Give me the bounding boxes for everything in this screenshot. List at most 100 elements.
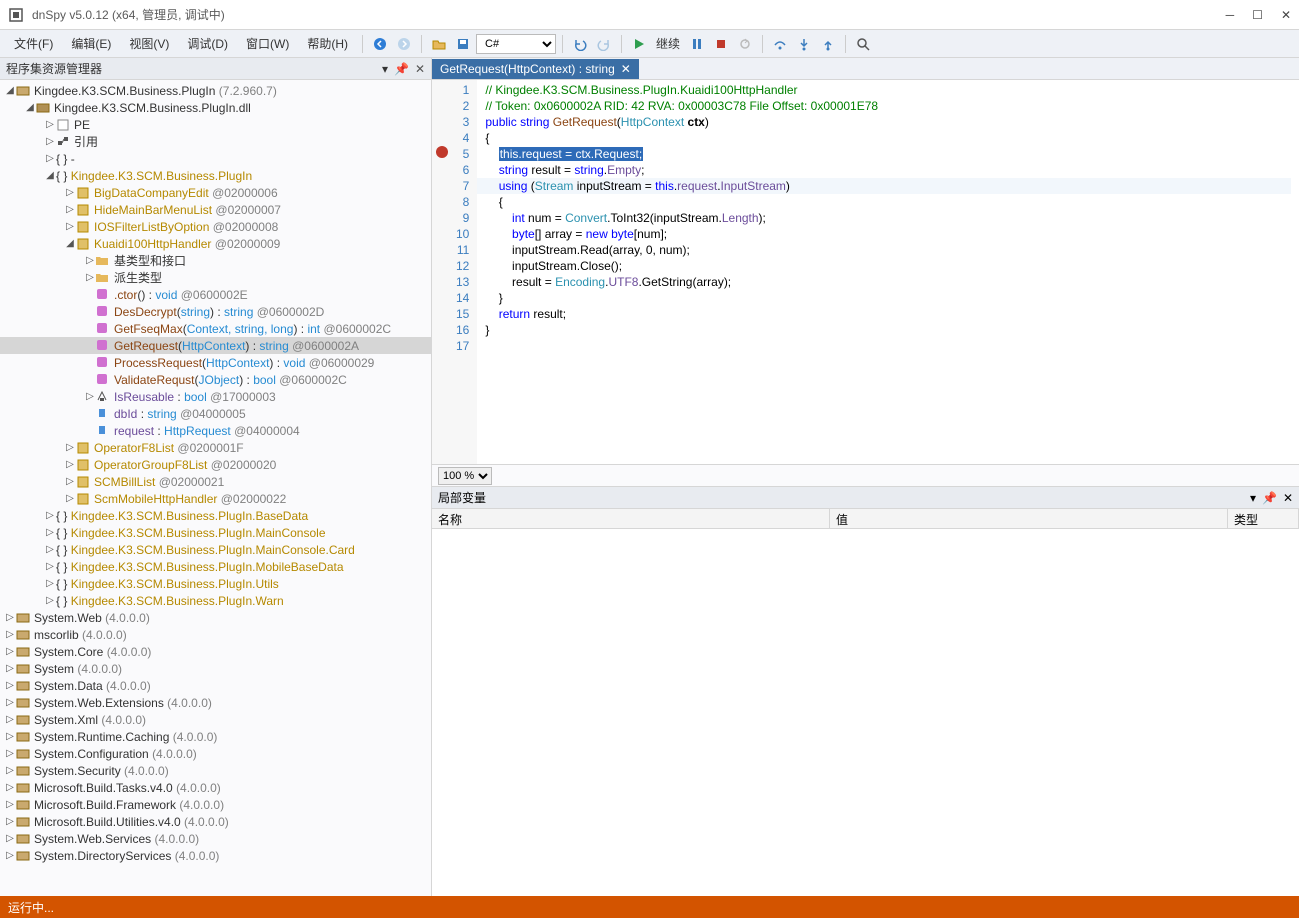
tree-type-kuaidi[interactable]: ◢Kuaidi100HttpHandler @02000009 [0,235,431,252]
nav-back-icon[interactable] [371,35,389,53]
zoom-combo[interactable]: 100 % [438,467,492,485]
tree-member-desdecrypt[interactable]: DesDecrypt(string) : string @0600002D [0,303,431,320]
breakpoint-icon[interactable] [436,146,448,158]
dropdown-icon[interactable]: ▾ [382,62,388,76]
menu-edit[interactable]: 编辑(E) [63,31,119,56]
tree-namespace[interactable]: ▷{ } Kingdee.K3.SCM.Business.PlugIn.Main… [0,524,431,541]
zoom-bar: 100 % [432,464,1299,486]
menubar: 文件(F) 编辑(E) 视图(V) 调试(D) 窗口(W) 帮助(H) C# 继… [0,30,1299,58]
locals-col-name[interactable]: 名称 [432,509,830,528]
step-out-icon[interactable] [819,35,837,53]
tree-member-getfseq[interactable]: GetFseqMax(Context, string, long) : int … [0,320,431,337]
tree-type-bigdata[interactable]: ▷BigDataCompanyEdit @02000006 [0,184,431,201]
continue-button[interactable]: 继续 [656,35,680,52]
open-icon[interactable] [430,35,448,53]
undo-icon[interactable] [571,35,589,53]
tab-close-icon[interactable]: ✕ [621,62,631,76]
tree-dash[interactable]: ▷{ } - [0,150,431,167]
tree-namespace[interactable]: ▷{ } Kingdee.K3.SCM.Business.PlugIn.Warn [0,592,431,609]
tree-member-getrequest[interactable]: GetRequest(HttpContext) : string @060000… [0,337,431,354]
redo-icon[interactable] [595,35,613,53]
line-gutter: 1234567891011121314151617 [432,80,477,464]
tree-member-ctor[interactable]: .ctor() : void @0600002E [0,286,431,303]
tree-assembly[interactable]: ▷Microsoft.Build.Tasks.v4.0 (4.0.0.0) [0,779,431,796]
tree-member-dbid[interactable]: dbId : string @04000005 [0,405,431,422]
tree-assembly[interactable]: ▷Microsoft.Build.Framework (4.0.0.0) [0,796,431,813]
step-over-icon[interactable] [771,35,789,53]
tree-assembly[interactable]: ▷System.Web.Extensions (4.0.0.0) [0,694,431,711]
statusbar: 运行中... [0,896,1299,918]
tree-assembly[interactable]: ▷System.Core (4.0.0.0) [0,643,431,660]
locals-panel: 局部变量 ▾ 📌 ✕ 名称 值 类型 [432,486,1299,896]
locals-col-value[interactable]: 值 [830,509,1228,528]
window-title: dnSpy v5.0.12 (x64, 管理员, 调试中) [32,6,1226,23]
maximize-button[interactable]: ☐ [1252,8,1263,22]
tree-type-iosfilter[interactable]: ▷IOSFilterListByOption @02000008 [0,218,431,235]
pause-icon[interactable] [688,35,706,53]
tree-assembly[interactable]: ▷System.Web (4.0.0.0) [0,609,431,626]
pin-icon[interactable]: 📌 [394,62,409,76]
tree-folder-derived[interactable]: ▷派生类型 [0,269,431,286]
search-icon[interactable] [854,35,872,53]
tree-member-request[interactable]: request : HttpRequest @04000004 [0,422,431,439]
locals-header: 局部变量 ▾ 📌 ✕ [432,487,1299,509]
menu-debug[interactable]: 调试(D) [179,31,236,56]
menu-help[interactable]: 帮助(H) [299,31,356,56]
minimize-button[interactable]: ─ [1226,8,1235,22]
tree-type-scmmobile[interactable]: ▷ScmMobileHttpHandler @02000022 [0,490,431,507]
tree-references[interactable]: ▷引用 [0,133,431,150]
close-button[interactable]: ✕ [1281,8,1291,22]
tree-namespace[interactable]: ▷{ } Kingdee.K3.SCM.Business.PlugIn.Util… [0,575,431,592]
tree-type-opgroupf8[interactable]: ▷OperatorGroupF8List @02000020 [0,456,431,473]
locals-body [432,529,1299,896]
nav-forward-icon[interactable] [395,35,413,53]
tree-folder-base[interactable]: ▷基类型和接口 [0,252,431,269]
start-icon[interactable] [630,35,648,53]
tree-type-hidemain[interactable]: ▷HideMainBarMenuList @02000007 [0,201,431,218]
pin-icon[interactable]: 📌 [1262,491,1277,505]
tree-assembly[interactable]: ▷mscorlib (4.0.0.0) [0,626,431,643]
panel-close-icon[interactable]: ✕ [415,62,425,76]
tree-pe[interactable]: ▷PE [0,116,431,133]
locals-title: 局部变量 [438,489,1250,506]
editor-tab[interactable]: GetRequest(HttpContext) : string ✕ [432,59,639,79]
save-icon[interactable] [454,35,472,53]
menu-file[interactable]: 文件(F) [6,31,61,56]
stop-icon[interactable] [712,35,730,53]
tree-namespace[interactable]: ◢{ } Kingdee.K3.SCM.Business.PlugIn [0,167,431,184]
app-icon [8,7,24,23]
tree-assembly[interactable]: ▷System.Data (4.0.0.0) [0,677,431,694]
titlebar: dnSpy v5.0.12 (x64, 管理员, 调试中) ─ ☐ ✕ [0,0,1299,30]
tree-namespace[interactable]: ▷{ } Kingdee.K3.SCM.Business.PlugIn.Main… [0,541,431,558]
assembly-tree[interactable]: ◢Kingdee.K3.SCM.Business.PlugIn (7.2.960… [0,80,431,896]
tree-namespace[interactable]: ▷{ } Kingdee.K3.SCM.Business.PlugIn.Base… [0,507,431,524]
tree-assembly[interactable]: ▷System.Runtime.Caching (4.0.0.0) [0,728,431,745]
language-combo[interactable]: C# [476,34,556,54]
tree-assembly[interactable]: ▷System.DirectoryServices (4.0.0.0) [0,847,431,864]
right-panel: GetRequest(HttpContext) : string ✕ 12345… [432,58,1299,896]
menu-view[interactable]: 视图(V) [121,31,177,56]
tree-assembly[interactable]: ▷System (4.0.0.0) [0,660,431,677]
tree-assembly[interactable]: ▷System.Web.Services (4.0.0.0) [0,830,431,847]
step-into-icon[interactable] [795,35,813,53]
panel-close-icon[interactable]: ✕ [1283,491,1293,505]
tree-member-processreq[interactable]: ProcessRequest(HttpContext) : void @0600… [0,354,431,371]
tree-assembly[interactable]: ▷System.Xml (4.0.0.0) [0,711,431,728]
tree-assembly[interactable]: ◢Kingdee.K3.SCM.Business.PlugIn (7.2.960… [0,82,431,99]
dropdown-icon[interactable]: ▾ [1250,491,1256,505]
code-editor[interactable]: 1234567891011121314151617 // Kingdee.K3.… [432,80,1299,464]
tree-namespace[interactable]: ▷{ } Kingdee.K3.SCM.Business.PlugIn.Mobi… [0,558,431,575]
tree-dll[interactable]: ◢Kingdee.K3.SCM.Business.PlugIn.dll [0,99,431,116]
tree-member-validate[interactable]: ValidateRequst(JObject) : bool @0600002C [0,371,431,388]
tree-assembly[interactable]: ▷System.Security (4.0.0.0) [0,762,431,779]
restart-icon[interactable] [736,35,754,53]
tree-assembly[interactable]: ▷Microsoft.Build.Utilities.v4.0 (4.0.0.0… [0,813,431,830]
tab-label: GetRequest(HttpContext) : string [440,62,615,76]
tree-type-opf8[interactable]: ▷OperatorF8List @0200001F [0,439,431,456]
locals-col-type[interactable]: 类型 [1228,509,1299,528]
menu-window[interactable]: 窗口(W) [238,31,297,56]
code-area[interactable]: // Kingdee.K3.SCM.Business.PlugIn.Kuaidi… [477,80,1299,464]
tree-assembly[interactable]: ▷System.Configuration (4.0.0.0) [0,745,431,762]
tree-type-scmbill[interactable]: ▷SCMBillList @02000021 [0,473,431,490]
tree-member-isreusable[interactable]: ▷IsReusable : bool @17000003 [0,388,431,405]
